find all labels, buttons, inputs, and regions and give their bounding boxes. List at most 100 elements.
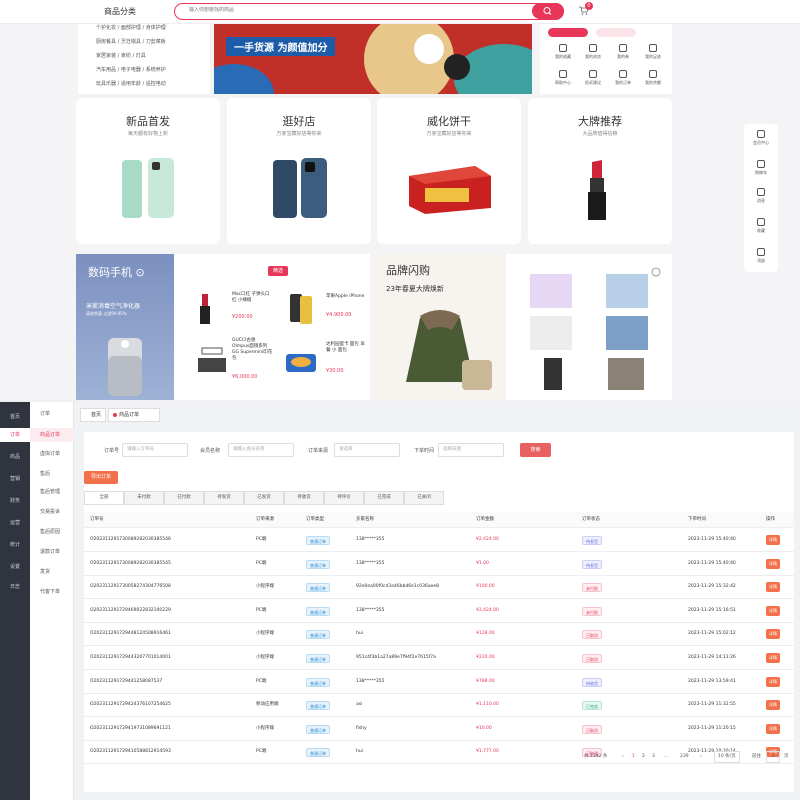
lipstick-thumb[interactable] — [196, 292, 216, 326]
status-tab[interactable]: 已完成 — [364, 491, 404, 505]
status-tab[interactable]: 已付款 — [164, 491, 204, 505]
status-tab[interactable]: 待发货 — [204, 491, 244, 505]
page-number[interactable]: 3 — [652, 751, 655, 763]
quick-item-footprints[interactable]: 我的足迹 — [638, 44, 668, 60]
status-tab[interactable]: 待评价 — [324, 491, 364, 505]
quick-item-feedback[interactable]: 投诉建议 — [578, 70, 608, 86]
brand-thumb[interactable] — [530, 274, 572, 308]
bread-thumb[interactable] — [284, 348, 318, 376]
brand-thumb[interactable] — [544, 358, 562, 390]
product-name[interactable]: 达利园蛋卡 面包 早餐 小 面包 — [326, 342, 366, 354]
sub-nav-item[interactable]: 虚拟订单 — [40, 450, 60, 457]
more-icon[interactable] — [650, 266, 662, 278]
quick-item-balance[interactable]: 我的余额 — [638, 70, 668, 86]
status-tab[interactable]: 待收货 — [284, 491, 324, 505]
quick-item-coupons[interactable]: 我的券 — [608, 44, 638, 60]
order-detail-button[interactable]: 详情 — [766, 582, 780, 593]
search-button[interactable] — [532, 3, 564, 19]
category-item[interactable]: 个护化妆 / 面部护理 / 身体护理 — [96, 24, 166, 31]
sub-nav-item[interactable]: 商品订单 — [30, 428, 74, 442]
category-menu[interactable]: 商品分类 — [104, 6, 136, 17]
product-name[interactable]: Mac口红 子弹头口红 小辣椒 — [232, 292, 272, 304]
status-tab[interactable]: 已关闭 — [404, 491, 444, 505]
category-item[interactable]: 玩具乐器 / 适用年龄 / 遥控电动 — [96, 80, 166, 87]
brand-thumb[interactable] — [606, 274, 648, 308]
tab-goods-orders[interactable]: 商品订单 — [108, 408, 160, 422]
order-detail-button[interactable]: 详情 — [766, 629, 780, 640]
tab-home[interactable]: 首页 — [80, 408, 106, 422]
prev-page-icon[interactable]: ‹ — [622, 751, 624, 763]
promo-card-brands[interactable]: 大牌推荐 大品牌值得信赖 — [528, 98, 672, 244]
next-page-icon[interactable]: › — [700, 751, 702, 763]
order-detail-button[interactable]: 详情 — [766, 723, 780, 734]
sub-nav-item[interactable]: 发货 — [40, 568, 50, 575]
float-messages[interactable]: 消息 — [744, 188, 778, 204]
page-number[interactable]: 239 — [680, 751, 689, 763]
sub-nav-item[interactable]: 代客下单 — [40, 588, 60, 595]
sub-nav-item[interactable]: 交易投诉 — [40, 508, 60, 515]
promo-card-wafer[interactable]: 威化饼干 万家宝藏好店等你来 — [377, 98, 521, 244]
order-detail-button[interactable]: 详情 — [766, 676, 780, 687]
brand-feature-banner[interactable]: 品牌闪购 23年春夏大牌焕新 — [374, 254, 506, 400]
sub-nav-item[interactable]: 售后管理 — [40, 488, 60, 495]
order-detail-button[interactable]: 详情 — [766, 653, 780, 663]
float-cart[interactable]: 购物车 — [744, 160, 778, 176]
status-tab[interactable]: 已发货 — [244, 491, 284, 505]
order-source-select[interactable]: 请选择 — [334, 443, 400, 457]
bag-thumb[interactable] — [196, 346, 228, 376]
promo-card-shops[interactable]: 逛好店 万家宝藏好店等你来 — [227, 98, 371, 244]
float-back-to-top[interactable]: 顶部 — [744, 248, 778, 264]
sub-nav-item[interactable]: 退款订单 — [40, 548, 60, 555]
status-tab[interactable]: 全部 — [84, 491, 124, 505]
order-time: 2023-11-29 15:32:42 — [688, 584, 736, 590]
digital-feature-banner[interactable]: 数码手机 ⊙ 米家消毒空气净化器 高效杀菌 过滤99.95% — [76, 254, 174, 400]
quick-item-favorites[interactable]: 我的收藏 — [548, 44, 578, 60]
goto-page-input[interactable]: 1 — [766, 751, 780, 763]
login-button[interactable] — [548, 28, 588, 37]
product-name[interactable]: GUCCI古驰 Olmpus面镜系列GG Supermini印花包 — [232, 338, 274, 362]
order-detail-button[interactable]: 详情 — [766, 535, 780, 545]
float-member-center[interactable]: 会员中心 — [744, 130, 778, 146]
nav-item-orders[interactable]: 订单 — [0, 428, 30, 442]
nav-item-settings[interactable]: 设置 — [0, 560, 30, 574]
status-tab[interactable]: 未付款 — [124, 491, 164, 505]
nav-item-home[interactable]: 首页 — [0, 410, 30, 424]
nav-item-marketing[interactable]: 营销 — [0, 472, 30, 486]
page-number[interactable]: 1 — [632, 751, 635, 763]
float-favorites[interactable]: 收藏 — [744, 218, 778, 234]
nav-item-finance[interactable]: 财务 — [0, 494, 30, 508]
brand-thumb[interactable] — [606, 316, 648, 350]
hero-banner[interactable]: 一手货源 为颜值加分 — [214, 24, 532, 94]
member-name-input[interactable]: 请输入会员名称 — [228, 443, 294, 457]
order-amount: ¥1,777.00 — [476, 749, 499, 755]
order-no-input[interactable]: 请输入订单号 — [122, 443, 188, 457]
order-date-picker[interactable]: 选择日期 — [438, 443, 504, 457]
nav-item-goods[interactable]: 商品 — [0, 450, 30, 464]
search-input[interactable] — [189, 7, 489, 13]
order-detail-button[interactable]: 详情 — [766, 700, 780, 711]
category-item[interactable]: 汽车用品 / 电子电器 / 系统养护 — [96, 66, 166, 73]
order-detail-button[interactable]: 详情 — [766, 605, 780, 616]
quick-item-orders[interactable]: 我的订单 — [608, 70, 638, 86]
quick-item-history[interactable]: 我的浏览 — [578, 44, 608, 60]
nav-item-stats[interactable]: 统计 — [0, 538, 30, 552]
brand-thumb[interactable] — [530, 316, 572, 350]
nav-item-logs[interactable]: 日志 — [0, 580, 30, 594]
page-size-select[interactable]: 10 条/页 — [714, 751, 740, 763]
sub-nav-item[interactable]: 售后 — [40, 470, 50, 477]
page-number[interactable]: 2 — [642, 751, 645, 763]
quick-item-help[interactable]: 帮助中心 — [548, 70, 578, 86]
filter-label: 会员名称 — [200, 448, 221, 454]
promo-card-new[interactable]: 新品首发 每天都有好物上新 — [76, 98, 220, 244]
brand-thumb[interactable] — [608, 358, 644, 390]
category-item[interactable]: 厨房餐具 / 烹饪锅具 / 刀剪菜板 — [96, 38, 166, 45]
category-item[interactable]: 家居家装 / 家纺 / 灯具 — [96, 52, 146, 59]
sub-nav-item[interactable]: 售后原因 — [40, 528, 60, 535]
register-button[interactable] — [596, 28, 636, 37]
order-detail-button[interactable]: 详情 — [766, 558, 780, 569]
iphone-thumb[interactable] — [286, 292, 316, 326]
product-name[interactable]: 苹果Apple iPhone — [326, 294, 366, 300]
export-orders-button[interactable]: 导出订单 — [84, 471, 118, 484]
search-button[interactable]: 搜索 — [520, 443, 551, 457]
nav-item-operation[interactable]: 运营 — [0, 516, 30, 530]
